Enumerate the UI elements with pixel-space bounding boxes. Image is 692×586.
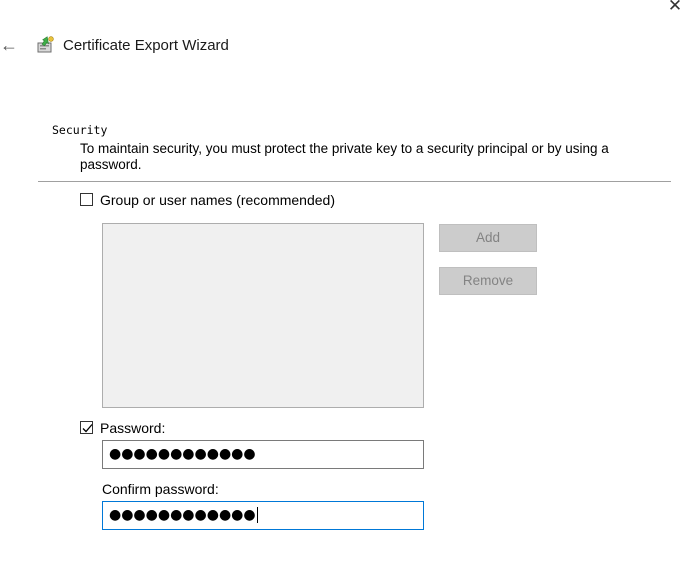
header-divider [38, 181, 671, 182]
group-user-label: Group or user names (recommended) [100, 192, 335, 208]
section-description: To maintain security, you must protect t… [80, 141, 609, 172]
password-checkbox[interactable] [80, 421, 93, 434]
password-value: ●●●●●●●●●●●● [109, 446, 256, 462]
text-caret [256, 507, 258, 523]
back-button[interactable]: ← [0, 36, 20, 54]
checkmark-icon [82, 424, 93, 433]
confirm-password-value: ●●●●●●●●●●●● [109, 507, 256, 523]
group-user-checkbox[interactable] [80, 193, 93, 206]
back-arrow-icon: ← [0, 35, 18, 55]
confirm-password-input[interactable]: ●●●●●●●●●●●● [102, 501, 424, 530]
group-user-list[interactable] [102, 223, 424, 408]
add-button[interactable]: Add [439, 224, 537, 252]
section-heading: Security [52, 123, 108, 137]
confirm-password-label: Confirm password: [102, 481, 219, 497]
password-input[interactable]: ●●●●●●●●●●●● [102, 440, 424, 469]
wizard-title: Certificate Export Wizard [63, 37, 229, 54]
close-icon: ✕ [667, 0, 683, 15]
password-label: Password: [100, 420, 166, 436]
close-button[interactable]: ✕ [662, 0, 688, 16]
remove-button[interactable]: Remove [439, 267, 537, 295]
certificate-icon [36, 34, 56, 54]
